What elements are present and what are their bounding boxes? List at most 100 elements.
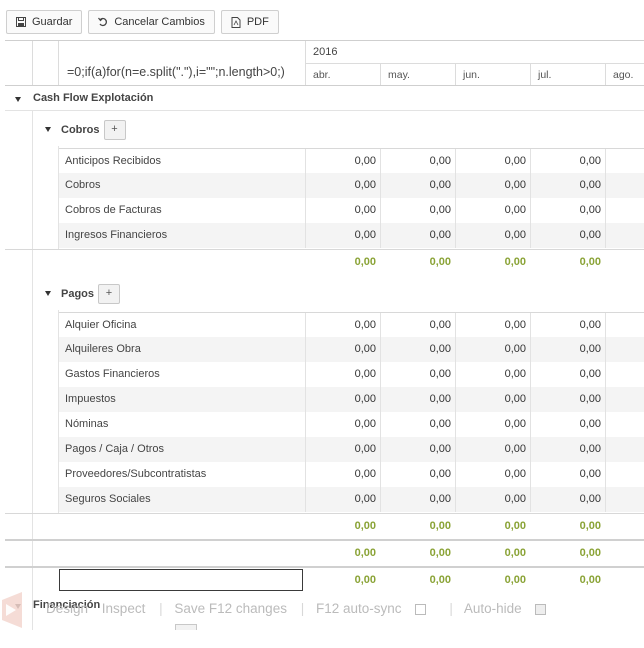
add-cobro-button[interactable]: + (103, 120, 126, 140)
value-cell[interactable]: 0,00 (305, 362, 380, 387)
value-cell[interactable]: 0,00 (455, 362, 530, 387)
value-cell[interactable]: 0,00 (455, 198, 530, 223)
empty-cell[interactable] (605, 198, 644, 223)
value-cell[interactable]: 0,00 (380, 173, 455, 198)
value-cell[interactable]: 0,00 (530, 149, 605, 174)
total-cell: 0,00 (579, 574, 601, 586)
separator: | (449, 601, 453, 616)
month-header[interactable]: may. (380, 63, 455, 85)
undo-icon (98, 17, 108, 27)
collapse-arrow-icon[interactable] (45, 291, 51, 296)
value-cell[interactable]: 0,00 (380, 337, 455, 362)
value-cell[interactable]: 0,00 (530, 337, 605, 362)
month-header[interactable]: jun. (455, 63, 530, 85)
save-f12-changes-button[interactable]: Save F12 changes (174, 601, 287, 616)
empty-cell[interactable] (605, 487, 644, 512)
collapse-arrow-icon[interactable] (45, 127, 51, 132)
add-pago-button[interactable]: + (98, 284, 121, 304)
value-cell[interactable]: 0,00 (305, 462, 380, 487)
value-cell[interactable]: 0,00 (305, 313, 380, 338)
empty-cell[interactable] (605, 337, 644, 362)
value-cell[interactable]: 0,00 (305, 337, 380, 362)
value-cell[interactable]: 0,00 (305, 198, 380, 223)
value-cell[interactable]: 0,00 (380, 412, 455, 437)
section-explotacion[interactable]: Cash Flow Explotación (5, 87, 644, 111)
value-cell[interactable]: 0,00 (305, 173, 380, 198)
value-cell[interactable]: 0,00 (530, 313, 605, 338)
empty-cell[interactable] (605, 462, 644, 487)
value-cell[interactable]: 0,00 (455, 173, 530, 198)
value-cell[interactable]: 0,00 (530, 387, 605, 412)
value-cell[interactable]: 0,00 (455, 412, 530, 437)
value-cell[interactable]: 0,00 (530, 362, 605, 387)
value-cell[interactable]: 0,00 (380, 198, 455, 223)
devtools-overlay: Design Inspect | Save F12 changes | F12 … (46, 601, 566, 616)
empty-cell[interactable] (605, 387, 644, 412)
save-button[interactable]: Guardar (6, 10, 83, 34)
edit-input-field[interactable] (59, 569, 303, 591)
group-title: Pagos (61, 287, 95, 300)
value-cell[interactable]: 0,00 (530, 462, 605, 487)
value-cell[interactable]: 0,00 (380, 223, 455, 248)
value-cell[interactable]: 0,00 (380, 149, 455, 174)
cancel-changes-button[interactable]: Cancelar Cambios (88, 10, 215, 34)
value-cell[interactable]: 0,00 (455, 487, 530, 512)
value-cell[interactable]: 0,00 (380, 462, 455, 487)
empty-cell[interactable] (605, 223, 644, 248)
empty-cell[interactable] (605, 149, 644, 174)
value-cell[interactable]: 0,00 (305, 223, 380, 248)
value-cell[interactable]: 0,00 (455, 437, 530, 462)
empty-cell[interactable] (605, 362, 644, 387)
total-cell: 0,00 (429, 256, 451, 268)
month-header[interactable]: jul. (530, 63, 605, 85)
separator: | (300, 601, 305, 616)
value-cell[interactable]: 0,00 (380, 313, 455, 338)
floppy-disk-icon (16, 17, 26, 27)
explotacion-total-row: 0,00 0,00 0,00 0,00 (5, 539, 644, 564)
value-cell[interactable]: 0,00 (455, 337, 530, 362)
empty-cell[interactable] (605, 313, 644, 338)
value-cell[interactable]: 0,00 (305, 412, 380, 437)
group-cobros: Cobros + (5, 114, 644, 146)
value-cell[interactable]: 0,00 (455, 462, 530, 487)
value-cell[interactable]: 0,00 (530, 412, 605, 437)
value-cell[interactable]: 0,00 (380, 437, 455, 462)
collapse-arrow-icon[interactable] (15, 97, 21, 102)
toolbar: Guardar Cancelar Cambios PDF (6, 10, 279, 34)
total-cell: 0,00 (504, 547, 526, 559)
value-cell[interactable]: 0,00 (455, 223, 530, 248)
total-cell: 0,00 (429, 520, 451, 532)
total-cell: 0,00 (429, 547, 451, 559)
value-cell[interactable]: 0,00 (455, 313, 530, 338)
value-cell[interactable]: 0,00 (530, 487, 605, 512)
value-cell[interactable]: 0,00 (530, 173, 605, 198)
value-cell[interactable]: 0,00 (305, 149, 380, 174)
financiacion-add-button-partial[interactable] (175, 624, 197, 630)
value-cell[interactable]: 0,00 (530, 198, 605, 223)
empty-cell[interactable] (605, 173, 644, 198)
table-row: Impuestos 0,00 0,00 0,00 0,00 (59, 387, 644, 412)
month-header[interactable]: abr. (305, 63, 380, 85)
empty-cell[interactable] (605, 412, 644, 437)
value-cell[interactable]: 0,00 (455, 387, 530, 412)
value-cell[interactable]: 0,00 (380, 387, 455, 412)
value-cell[interactable]: 0,00 (455, 149, 530, 174)
auto-hide-toggle[interactable]: Auto-hide (464, 601, 556, 616)
design-toggle[interactable]: Design (46, 601, 88, 616)
table-row: Alquier Oficina 0,00 0,00 0,00 0,00 (59, 312, 644, 338)
pdf-button[interactable]: PDF (220, 10, 279, 34)
value-cell[interactable]: 0,00 (380, 362, 455, 387)
value-cell[interactable]: 0,00 (530, 437, 605, 462)
value-cell[interactable]: 0,00 (380, 487, 455, 512)
empty-cell[interactable] (605, 437, 644, 462)
row-label: Ingresos Financieros (65, 229, 168, 241)
value-cell[interactable]: 0,00 (305, 437, 380, 462)
value-cell[interactable]: 0,00 (530, 223, 605, 248)
inspect-button[interactable]: Inspect (102, 601, 146, 616)
value-cell[interactable]: 0,00 (305, 387, 380, 412)
table-row: Alquileres Obra 0,00 0,00 0,00 0,00 (59, 337, 644, 362)
row-label: Cobros (65, 179, 101, 191)
month-header[interactable]: ago. (605, 63, 644, 85)
auto-sync-toggle[interactable]: F12 auto-sync (316, 601, 436, 616)
value-cell[interactable]: 0,00 (305, 487, 380, 512)
